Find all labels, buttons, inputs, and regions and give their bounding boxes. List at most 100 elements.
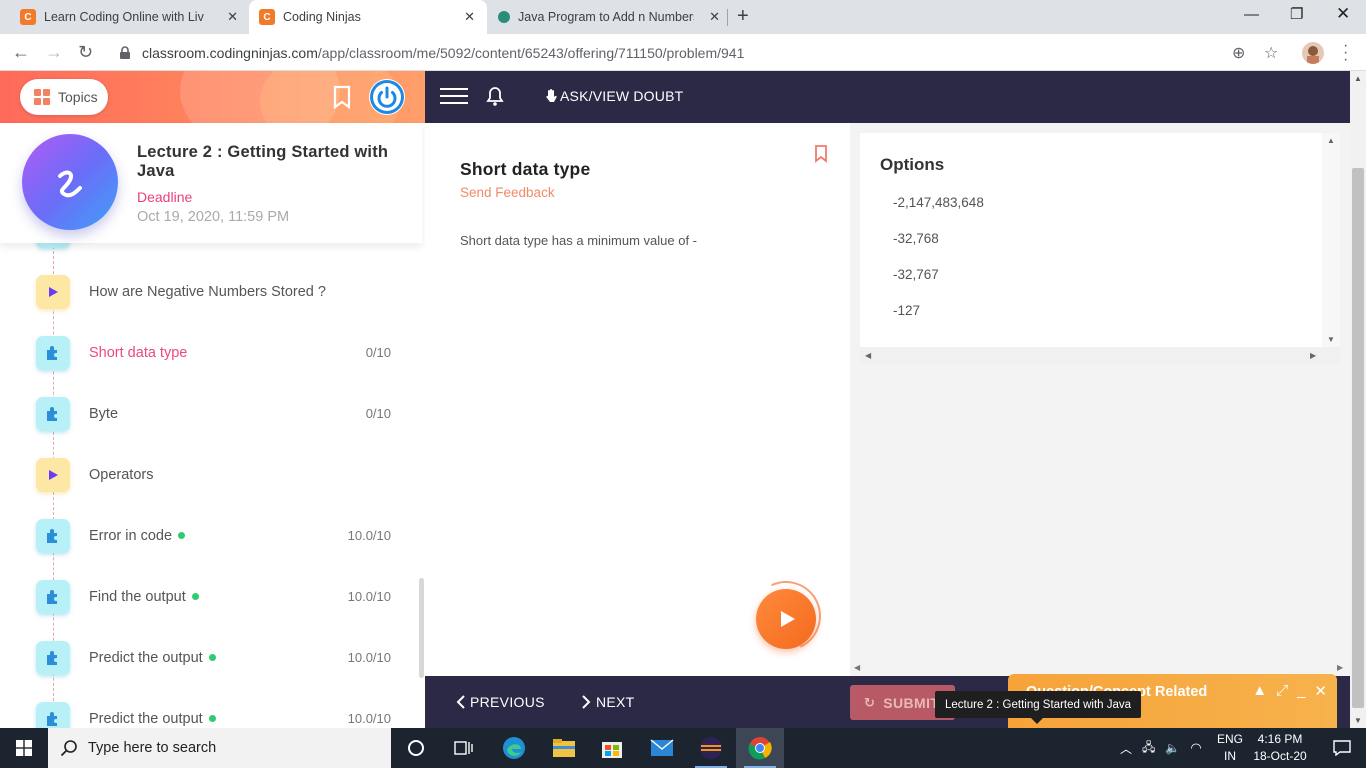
completed-dot-icon: [192, 593, 199, 600]
content-list-item[interactable]: Short data type 0/10: [0, 322, 410, 383]
wifi-icon[interactable]: ◠: [1190, 740, 1201, 756]
url-host: classroom.codingninjas.com: [142, 44, 318, 61]
restore-icon[interactable]: ❐: [1290, 5, 1303, 23]
option-item[interactable]: -2,147,483,648: [893, 195, 984, 210]
scroll-left-icon[interactable]: ◀: [854, 663, 860, 672]
puzzle-icon: [36, 701, 70, 728]
minimize-widget-icon[interactable]: _: [1297, 682, 1305, 700]
content-list-item[interactable]: Find the output 10.0/10: [0, 566, 410, 627]
browser-tab-strip: C Learn Coding Online with Live 1:1 ✕ C …: [0, 0, 1366, 34]
scroll-right-icon[interactable]: ▶: [1337, 663, 1343, 672]
next-button[interactable]: NEXT: [580, 694, 635, 710]
taskbar-search[interactable]: Type here to search: [48, 728, 391, 768]
scroll-left-icon[interactable]: ◀: [865, 351, 871, 360]
ask-doubt-button[interactable]: ASK/VIEW DOUBT: [545, 88, 683, 104]
content-list-item[interactable]: Byte 0/10: [0, 383, 410, 444]
minimize-icon[interactable]: —: [1244, 6, 1259, 23]
browser-tab[interactable]: C Learn Coding Online with Live 1:1 ✕: [8, 0, 248, 34]
language-indicator[interactable]: ENG IN: [1212, 731, 1248, 765]
send-feedback-link[interactable]: Send Feedback: [460, 185, 555, 200]
options-horizontal-scrollbar[interactable]: ◀ ▶: [860, 347, 1340, 364]
content-list-item[interactable]: How are Negative Numbers Stored ?: [0, 261, 410, 322]
store-icon[interactable]: [588, 728, 636, 768]
loading-icon: ↻: [864, 694, 876, 710]
content-item-score: 0/10: [365, 345, 391, 360]
options-vertical-scrollbar[interactable]: ▲ ▼: [1322, 133, 1340, 347]
close-tab-icon[interactable]: ✕: [464, 9, 475, 25]
content-item-label: Predict the output: [89, 710, 203, 727]
page-vertical-scrollbar[interactable]: ▲ ▼: [1350, 71, 1366, 728]
content-item-label: Predict the output: [89, 649, 203, 666]
eclipse-icon[interactable]: [687, 728, 735, 768]
windows-start-icon[interactable]: [0, 728, 48, 768]
scroll-up-icon[interactable]: ▲: [1354, 74, 1362, 83]
submit-label: SUBMIT: [883, 694, 940, 711]
address-bar[interactable]: classroom.codingninjas.com/app/classroom…: [110, 38, 1290, 67]
scroll-down-icon[interactable]: ▼: [1327, 335, 1335, 344]
scroll-up-icon[interactable]: ▲: [1327, 136, 1335, 145]
power-button[interactable]: [369, 79, 405, 115]
option-item[interactable]: -127: [893, 303, 920, 318]
bookmark-icon[interactable]: [333, 85, 351, 109]
deadline-label: Deadline: [137, 189, 193, 205]
sidebar-scrollbar[interactable]: [419, 578, 424, 678]
notification-center-icon[interactable]: [1318, 728, 1366, 768]
puzzle-icon: [36, 518, 70, 553]
profile-avatar[interactable]: [1302, 42, 1324, 64]
new-tab-icon[interactable]: +: [737, 5, 749, 28]
content-list-item[interactable]: Operators: [0, 444, 410, 505]
hamburger-menu-icon[interactable]: [440, 88, 468, 106]
lecture-title: Lecture 2 : Getting Started with Java: [137, 143, 389, 180]
chevron-left-icon: [456, 695, 465, 709]
scroll-right-icon[interactable]: ▶: [1310, 351, 1316, 360]
taskbar-clock[interactable]: 4:16 PM 18-Oct-20: [1250, 731, 1310, 765]
system-tray: ︿ 🖧 🔈 ◠: [1120, 728, 1202, 768]
close-tab-icon[interactable]: ✕: [227, 9, 238, 25]
lock-icon: [120, 45, 130, 59]
warning-icon[interactable]: ▲: [1252, 682, 1267, 700]
expand-icon[interactable]: ⤢: [1276, 682, 1288, 700]
star-icon[interactable]: ☆: [1264, 43, 1278, 63]
content-list-item[interactable]: Predict the output 10.0/10: [0, 627, 410, 688]
content-item-label: How are Negative Numbers Stored ?: [89, 283, 326, 300]
browser-tab[interactable]: Java Program to Add n Numbers ✕: [490, 0, 730, 34]
chrome-menu-icon[interactable]: · · ·: [1343, 38, 1348, 68]
volume-icon[interactable]: 🔈: [1165, 741, 1180, 755]
previous-button[interactable]: PREVIOUS: [455, 694, 545, 710]
forward-icon[interactable]: →: [45, 42, 63, 63]
scroll-down-icon[interactable]: ▼: [1354, 716, 1362, 725]
search-icon: [60, 740, 77, 757]
grid-icon: [34, 89, 50, 105]
scroll-thumb[interactable]: [1352, 168, 1364, 708]
task-view-icon[interactable]: [440, 728, 488, 768]
mail-icon[interactable]: [638, 728, 686, 768]
network-icon[interactable]: 🖧: [1142, 738, 1155, 759]
back-icon[interactable]: ←: [12, 42, 30, 63]
close-tab-icon[interactable]: ✕: [709, 9, 720, 25]
topics-button[interactable]: Topics: [20, 79, 108, 115]
chrome-icon[interactable]: [736, 728, 784, 768]
option-item[interactable]: -32,768: [893, 231, 939, 246]
content-list-item[interactable]: Error in code 10.0/10: [0, 505, 410, 566]
next-label: NEXT: [596, 694, 635, 710]
chevron-right-icon: [582, 695, 591, 709]
lecture-card: Lecture 2 : Getting Started with Java De…: [0, 123, 422, 243]
window-close-icon[interactable]: ✕: [1336, 4, 1350, 24]
file-explorer-icon[interactable]: [540, 728, 588, 768]
top-nav-bar: ASK/VIEW DOUBT: [425, 71, 1350, 123]
browser-tab-active[interactable]: C Coding Ninjas ✕: [249, 0, 487, 34]
browser-toolbar: ← → ↻ classroom.codingninjas.com/app/cla…: [0, 34, 1366, 71]
close-widget-icon[interactable]: ✕: [1314, 682, 1327, 700]
reload-icon[interactable]: ↻: [78, 42, 93, 63]
edge-icon[interactable]: [490, 728, 538, 768]
play-video-button[interactable]: [756, 589, 816, 649]
option-item[interactable]: -32,767: [893, 267, 939, 282]
show-hidden-icons-icon[interactable]: ︿: [1120, 740, 1132, 757]
language-code: ENG: [1216, 732, 1243, 746]
notification-bell-icon[interactable]: [486, 86, 504, 106]
bookmark-icon[interactable]: [814, 145, 828, 163]
content-item-label: Byte: [89, 405, 119, 422]
content-list-item[interactable]: Predict the output 10.0/10: [0, 688, 410, 728]
add-to-chrome-icon[interactable]: ⊕: [1232, 43, 1245, 63]
cortana-icon[interactable]: [392, 728, 440, 768]
